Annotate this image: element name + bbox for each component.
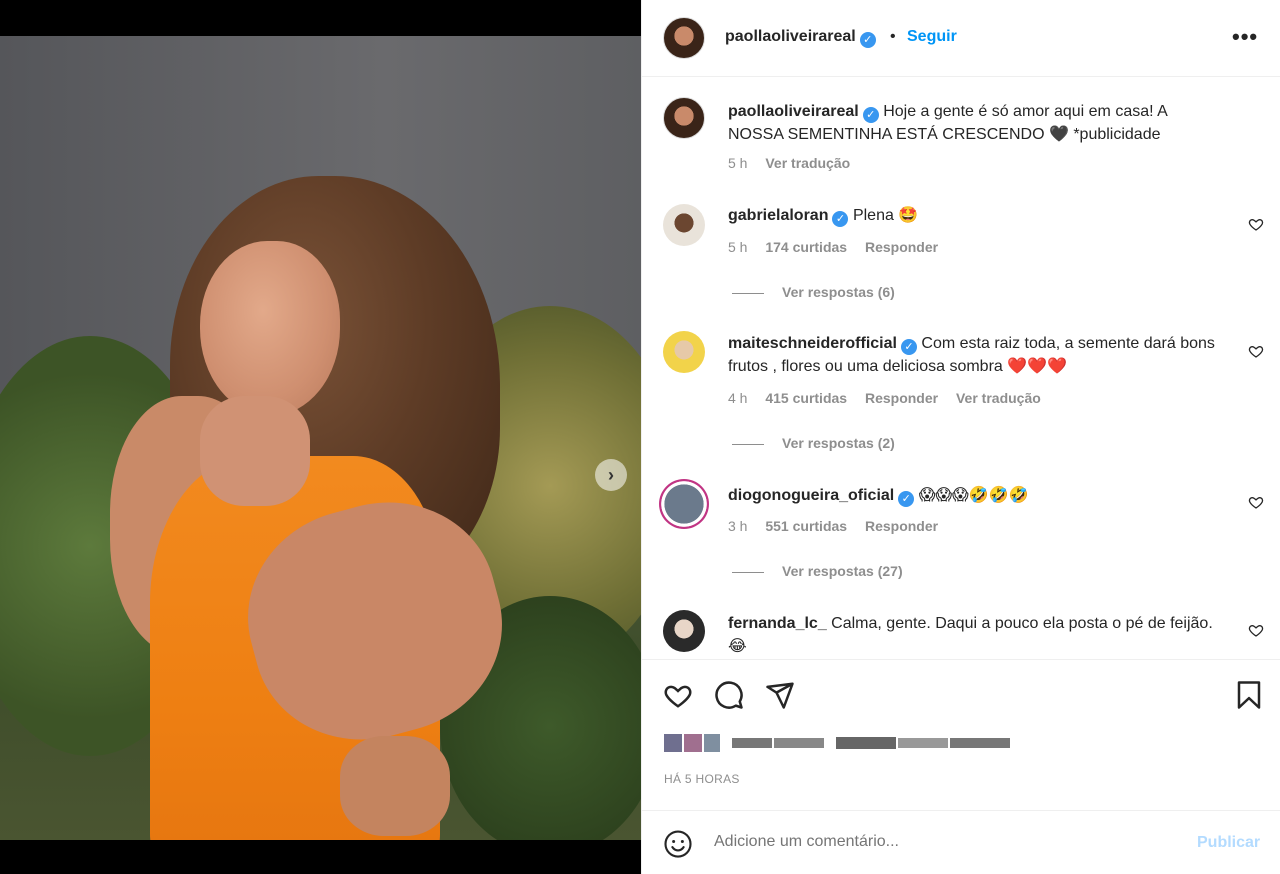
post-time-ago[interactable]: HÁ 5 HORAS bbox=[664, 772, 740, 786]
blur-block bbox=[704, 734, 720, 752]
caption-username[interactable]: paollaoliveirareal bbox=[728, 103, 859, 120]
comment-meta: 5 h 174 curtidas Responder bbox=[728, 239, 952, 255]
author-username[interactable]: paollaoliveirareal ✓ bbox=[725, 28, 876, 48]
translate-link[interactable]: Ver tradução bbox=[956, 390, 1041, 406]
share-send-icon[interactable] bbox=[765, 680, 795, 710]
comment-text: gabrielaloran ✓ Plena 🤩 bbox=[728, 204, 1218, 227]
blur-block bbox=[836, 737, 896, 749]
chevron-right-icon: › bbox=[608, 464, 614, 485]
caption-time: 5 h bbox=[728, 155, 748, 171]
emoji-icon[interactable] bbox=[663, 829, 693, 859]
comment-time: 5 h bbox=[728, 239, 748, 255]
comment-body: Plena 🤩 bbox=[852, 207, 919, 224]
verified-badge-icon: ✓ bbox=[862, 107, 879, 123]
photo-face bbox=[200, 241, 340, 416]
comment-username[interactable]: fernanda_lc_ bbox=[728, 615, 827, 632]
liked-by-blurred bbox=[664, 733, 1010, 753]
comment-text: diogonogueira_oficial ✓ 😱😱😱🤣🤣🤣 bbox=[728, 484, 1218, 507]
add-comment-bar: Publicar bbox=[642, 810, 1280, 874]
post-media: › bbox=[0, 0, 641, 874]
commenter-avatar[interactable] bbox=[663, 204, 705, 246]
comment-time: 4 h bbox=[728, 390, 748, 406]
translate-link[interactable]: Ver tradução bbox=[765, 155, 850, 171]
caption-meta: 5 h Ver tradução bbox=[728, 155, 864, 171]
post-header: paollaoliveirareal ✓ • Seguir ••• bbox=[642, 0, 1280, 77]
comment-likes[interactable]: 174 curtidas bbox=[765, 239, 847, 255]
blur-block bbox=[898, 738, 948, 748]
post-actions: HÁ 5 HORAS bbox=[642, 659, 1280, 809]
comment-input[interactable] bbox=[714, 833, 1154, 851]
replies-line bbox=[732, 292, 764, 294]
comment-text: fernanda_lc_ Calma, gente. Daqui a pouco… bbox=[728, 612, 1218, 658]
post-photo[interactable]: › bbox=[0, 36, 641, 840]
reply-button[interactable]: Responder bbox=[865, 239, 938, 255]
blur-block bbox=[950, 738, 1010, 748]
replies-line bbox=[732, 571, 764, 573]
like-heart-icon[interactable] bbox=[663, 680, 693, 710]
more-options-icon[interactable]: ••• bbox=[1232, 24, 1258, 50]
commenter-avatar[interactable] bbox=[663, 610, 705, 652]
comment-text: maiteschneiderofficial ✓ Com esta raiz to… bbox=[728, 332, 1218, 378]
caption-avatar[interactable] bbox=[663, 97, 705, 139]
view-replies-button[interactable]: Ver respostas (6) bbox=[732, 284, 895, 300]
comment-icon[interactable] bbox=[714, 680, 744, 710]
comment-likes[interactable]: 551 curtidas bbox=[765, 518, 847, 534]
caption-text: paollaoliveirareal ✓ Hoje a gente é só am… bbox=[728, 100, 1218, 146]
author-name[interactable]: paollaoliveirareal bbox=[725, 28, 856, 45]
blur-block bbox=[684, 734, 702, 752]
comment-like-heart-icon[interactable] bbox=[1248, 216, 1264, 232]
commenter-avatar-story-ring[interactable] bbox=[659, 479, 709, 529]
blur-block bbox=[732, 738, 772, 748]
comment-meta: 4 h 415 curtidas Responder Ver tradução bbox=[728, 390, 1055, 406]
verified-badge-icon: ✓ bbox=[832, 211, 849, 227]
replies-line bbox=[732, 443, 764, 445]
blur-block bbox=[774, 738, 824, 748]
blur-block bbox=[664, 734, 682, 752]
comment-meta: 3 h 551 curtidas Responder bbox=[728, 518, 952, 534]
comment-body: 😱😱😱🤣🤣🤣 bbox=[918, 487, 1029, 504]
comment-time: 3 h bbox=[728, 518, 748, 534]
view-replies-label[interactable]: Ver respostas (27) bbox=[782, 563, 903, 579]
view-replies-button[interactable]: Ver respostas (27) bbox=[732, 563, 903, 579]
comment-like-heart-icon[interactable] bbox=[1248, 343, 1264, 359]
author-avatar[interactable] bbox=[663, 17, 705, 59]
comment-username[interactable]: diogonogueira_oficial bbox=[728, 487, 894, 504]
comment-username[interactable]: gabrielaloran bbox=[728, 207, 828, 224]
reply-button[interactable]: Responder bbox=[865, 390, 938, 406]
view-replies-label[interactable]: Ver respostas (2) bbox=[782, 435, 895, 451]
comment-username[interactable]: maiteschneiderofficial bbox=[728, 335, 897, 352]
post-panel: paollaoliveirareal ✓ • Seguir ••• paollao… bbox=[641, 0, 1280, 874]
header-separator: • bbox=[890, 28, 896, 45]
view-replies-label[interactable]: Ver respostas (6) bbox=[782, 284, 895, 300]
verified-badge-icon: ✓ bbox=[859, 32, 876, 48]
verified-badge-icon: ✓ bbox=[900, 339, 917, 355]
carousel-next-button[interactable]: › bbox=[595, 459, 627, 491]
comment-likes[interactable]: 415 curtidas bbox=[765, 390, 847, 406]
bookmark-save-icon[interactable] bbox=[1234, 680, 1264, 710]
reply-button[interactable]: Responder bbox=[865, 518, 938, 534]
comment-like-heart-icon[interactable] bbox=[1248, 494, 1264, 510]
publish-button[interactable]: Publicar bbox=[1197, 834, 1260, 852]
verified-badge-icon: ✓ bbox=[898, 491, 915, 507]
view-replies-button[interactable]: Ver respostas (2) bbox=[732, 435, 895, 451]
follow-button[interactable]: Seguir bbox=[907, 28, 957, 46]
photo-hand bbox=[200, 396, 310, 506]
comments-list[interactable]: paollaoliveirareal ✓ Hoje a gente é só am… bbox=[642, 78, 1280, 658]
commenter-avatar[interactable] bbox=[663, 331, 705, 373]
comment-like-heart-icon[interactable] bbox=[1248, 622, 1264, 638]
photo-hand-lower bbox=[340, 736, 450, 836]
